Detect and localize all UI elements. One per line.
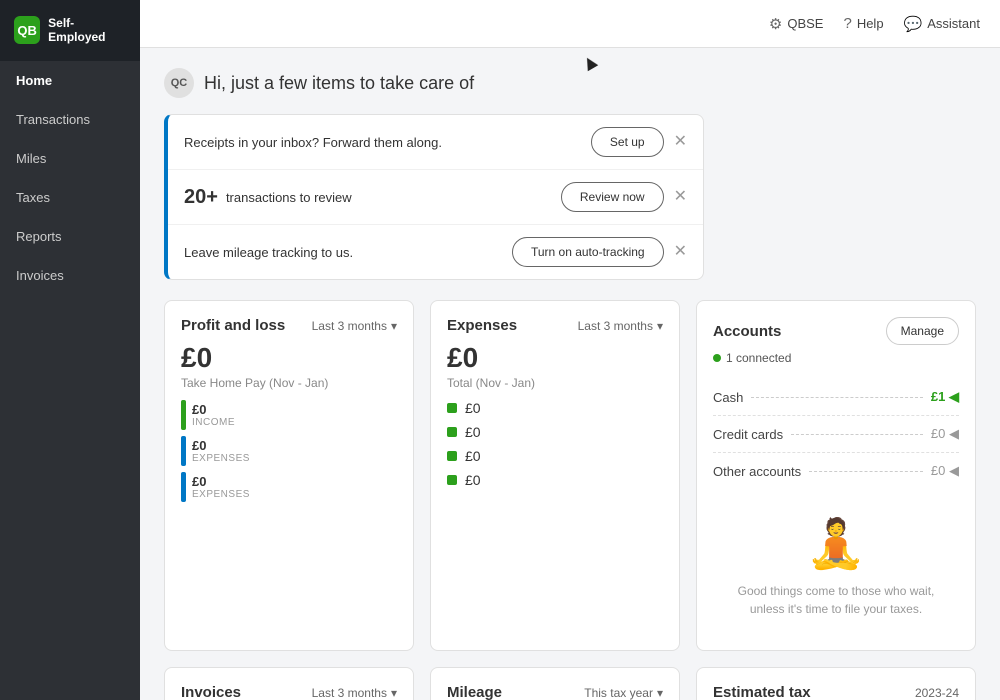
- notif-autotrack-button[interactable]: Turn on auto-tracking: [512, 237, 664, 267]
- profit-loss-title: Profit and loss: [181, 317, 285, 334]
- account-row-credit: Credit cards £0 ◀: [713, 416, 959, 453]
- accounts-card: Accounts Manage 1 connected Cash £1 ◀ Cr…: [696, 300, 976, 651]
- notifications-panel: Receipts in your inbox? Forward them alo…: [164, 114, 704, 280]
- accounts-header: Accounts Manage: [713, 317, 959, 345]
- profit-loss-period[interactable]: Last 3 months ▾: [312, 319, 397, 333]
- notif-setup-button[interactable]: Set up: [591, 127, 664, 157]
- bottom-grid: Invoices Last 3 months ▾ £0 0 unpaid (No…: [164, 667, 976, 700]
- chevron-down-icon: ▾: [391, 319, 397, 333]
- dotted-line: [809, 471, 923, 472]
- chevron-down-icon: ▾: [391, 686, 397, 700]
- qbse-button[interactable]: ⚙ QBSE: [769, 15, 824, 33]
- greeting-section: QC Hi, just a few items to take care of: [164, 68, 976, 98]
- notif-close-transactions[interactable]: ✕: [674, 189, 687, 205]
- help-button[interactable]: ? Help: [843, 15, 883, 32]
- help-icon: ?: [843, 15, 851, 32]
- bar-item-expenses2: £0 EXPENSES: [181, 472, 397, 502]
- chevron-down-icon: ▾: [657, 319, 663, 333]
- mileage-card: Mileage This tax year ▾ 0 £0 Business mi: [430, 667, 680, 700]
- expense-rows: £0 £0 £0 £0: [447, 400, 663, 488]
- chat-icon: 💬: [904, 15, 923, 33]
- dotted-line: [751, 397, 923, 398]
- bar-item-income: £0 INCOME: [181, 400, 397, 430]
- notif-transactions-text: transactions to review: [226, 190, 561, 205]
- sidebar-item-home[interactable]: Home: [0, 61, 140, 100]
- waiting-figure-icon: 🧘: [806, 515, 866, 572]
- mileage-period[interactable]: This tax year ▾: [584, 686, 663, 700]
- account-row-cash: Cash £1 ◀: [713, 379, 959, 416]
- sidebar: QB Self-Employed Home Transactions Miles…: [0, 0, 140, 700]
- sidebar-item-transactions[interactable]: Transactions: [0, 100, 140, 139]
- dashboard-grid: Profit and loss Last 3 months ▾ £0 Take …: [164, 300, 976, 651]
- expenses-amount: £0: [447, 342, 663, 374]
- expense-item-3: £0: [447, 472, 663, 488]
- expense-item-0: £0: [447, 400, 663, 416]
- notif-receipts-text: Receipts in your inbox? Forward them alo…: [184, 135, 591, 150]
- sidebar-item-miles[interactable]: Miles: [0, 139, 140, 178]
- avatar: QC: [164, 68, 194, 98]
- mileage-header: Mileage This tax year ▾: [447, 684, 663, 700]
- income-bar-color: [181, 400, 186, 430]
- sidebar-brand: Self-Employed: [48, 16, 126, 45]
- profit-loss-bars: £0 INCOME £0 EXPENSES: [181, 400, 397, 502]
- expenses2-bar-color: [181, 472, 186, 502]
- invoices-card: Invoices Last 3 months ▾ £0 0 unpaid (No…: [164, 667, 414, 700]
- account-rows: Cash £1 ◀ Credit cards £0 ◀ Other accoun…: [713, 379, 959, 489]
- account-row-other: Other accounts £0 ◀: [713, 453, 959, 489]
- expenses1-bar-color: [181, 436, 186, 466]
- expenses-title: Expenses: [447, 317, 517, 334]
- connected-dot: [713, 354, 721, 362]
- expenses-period[interactable]: Last 3 months ▾: [578, 319, 663, 333]
- main-content: ⚙ QBSE ? Help 💬 Assistant QC Hi, just a …: [140, 0, 1000, 700]
- profit-loss-card: Profit and loss Last 3 months ▾ £0 Take …: [164, 300, 414, 651]
- greeting-text: Hi, just a few items to take care of: [204, 73, 474, 94]
- exp-dot: [447, 427, 457, 437]
- content: QC Hi, just a few items to take care of …: [140, 48, 1000, 700]
- profit-loss-amount: £0: [181, 342, 397, 374]
- assistant-button[interactable]: 💬 Assistant: [904, 15, 980, 33]
- invoices-header: Invoices Last 3 months ▾: [181, 684, 397, 700]
- exp-dot: [447, 403, 457, 413]
- sidebar-item-taxes[interactable]: Taxes: [0, 178, 140, 217]
- waiting-illustration: 🧘 Good things come to those who wait, un…: [713, 499, 959, 634]
- manage-button[interactable]: Manage: [886, 317, 959, 345]
- transaction-count: 20+: [184, 186, 218, 209]
- exp-dot: [447, 475, 457, 485]
- profit-loss-subtitle: Take Home Pay (Nov - Jan): [181, 376, 397, 390]
- waiting-text: Good things come to those who wait, unle…: [721, 582, 951, 618]
- notif-close-mileage[interactable]: ✕: [674, 244, 687, 260]
- sidebar-header: QB Self-Employed: [0, 0, 140, 61]
- estimated-tax-title: Estimated tax: [713, 684, 811, 700]
- gear-icon: ⚙: [769, 15, 782, 33]
- invoices-title: Invoices: [181, 684, 241, 700]
- qb-logo: QB: [14, 16, 40, 44]
- exp-dot: [447, 451, 457, 461]
- chevron-down-icon: ▾: [657, 686, 663, 700]
- estimated-tax-year: 2023-24: [915, 686, 959, 700]
- bar-item-expenses1: £0 EXPENSES: [181, 436, 397, 466]
- dotted-line: [791, 434, 923, 435]
- sidebar-item-invoices[interactable]: Invoices: [0, 256, 140, 295]
- sidebar-item-reports[interactable]: Reports: [0, 217, 140, 256]
- notification-mileage: Leave mileage tracking to us. Turn on au…: [168, 225, 703, 279]
- estimated-tax-header: Estimated tax 2023-24: [713, 684, 959, 700]
- notification-receipts: Receipts in your inbox? Forward them alo…: [168, 115, 703, 170]
- accounts-title: Accounts: [713, 323, 781, 340]
- notif-mileage-text: Leave mileage tracking to us.: [184, 245, 512, 260]
- estimated-tax-card: Estimated tax 2023-24 £0: [696, 667, 976, 700]
- mileage-title: Mileage: [447, 684, 502, 700]
- expense-item-2: £0: [447, 448, 663, 464]
- notif-review-button[interactable]: Review now: [561, 182, 664, 212]
- notification-transactions: 20+ transactions to review Review now ✕: [168, 170, 703, 225]
- expense-item-1: £0: [447, 424, 663, 440]
- expenses-card: Expenses Last 3 months ▾ £0 Total (Nov -…: [430, 300, 680, 651]
- expenses-subtitle: Total (Nov - Jan): [447, 376, 663, 390]
- topbar: ⚙ QBSE ? Help 💬 Assistant: [140, 0, 1000, 48]
- expenses-header: Expenses Last 3 months ▾: [447, 317, 663, 334]
- connected-badge: 1 connected: [713, 351, 959, 365]
- invoices-period[interactable]: Last 3 months ▾: [312, 686, 397, 700]
- notif-close-receipts[interactable]: ✕: [674, 134, 687, 150]
- profit-loss-header: Profit and loss Last 3 months ▾: [181, 317, 397, 334]
